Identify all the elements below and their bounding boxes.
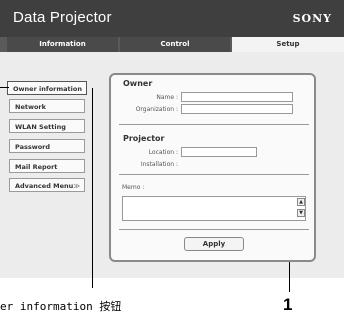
- sidebar-item-mail-report[interactable]: Mail Report: [9, 159, 85, 173]
- tab-control[interactable]: Control: [120, 37, 230, 52]
- organization-label: Organization :: [135, 106, 178, 113]
- divider: [119, 174, 309, 175]
- sidebar-item-advanced-menu[interactable]: Advanced Menu ≫: [9, 178, 85, 192]
- tab-bar: Information Control Setup: [0, 37, 344, 52]
- chevron-down-icon: ≫: [73, 182, 80, 190]
- tab-information[interactable]: Information: [7, 37, 118, 52]
- owner-heading: Owner: [123, 79, 153, 88]
- callout-line: [92, 88, 93, 288]
- callout-number: 1: [283, 295, 293, 314]
- projector-heading: Projector: [123, 134, 165, 143]
- memo-textarea[interactable]: [122, 196, 306, 221]
- app-title: Data Projector: [13, 9, 112, 26]
- sidebar-item-password[interactable]: Password: [9, 139, 85, 153]
- scroll-up-icon[interactable]: ▲: [297, 198, 305, 206]
- name-label: Name :: [156, 94, 178, 101]
- callout-line: [289, 262, 290, 292]
- apply-button[interactable]: Apply: [184, 237, 244, 251]
- location-input[interactable]: [181, 147, 257, 157]
- callout-line: [0, 87, 9, 88]
- divider: [119, 124, 309, 125]
- tab-setup[interactable]: Setup: [232, 37, 344, 52]
- callout-caption: er information 按钮: [0, 300, 122, 313]
- sidebar-item-wlan-setting[interactable]: WLAN Setting: [9, 119, 85, 133]
- location-label: Location :: [148, 149, 178, 156]
- brand-logo: SONY: [292, 12, 332, 25]
- sidebar-item-network[interactable]: Network: [9, 99, 85, 113]
- memo-label: Memo :: [122, 184, 145, 191]
- scroll-down-icon[interactable]: ▼: [297, 209, 305, 217]
- sidebar-item-owner-information[interactable]: Owner information: [7, 81, 87, 95]
- installation-label: Installation :: [140, 161, 178, 168]
- divider: [119, 229, 309, 230]
- sidebar-item-label: Advanced Menu: [15, 182, 74, 190]
- app-header: Data Projector SONY: [0, 0, 344, 37]
- name-input[interactable]: [181, 92, 293, 102]
- organization-input[interactable]: [181, 104, 293, 114]
